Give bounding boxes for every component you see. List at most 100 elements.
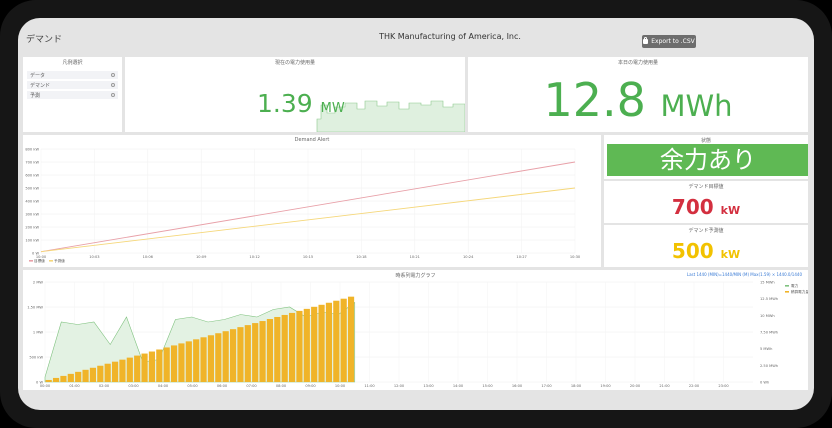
current-power-value-block: 1.39 MW [257,89,345,118]
today-energy-panel: 本日の電力使用量 12.8 MWh [468,57,808,132]
y-left-tick-label: 500 kW [29,356,43,360]
status-indicator: 余力あり [607,144,808,176]
energy-bar [222,331,229,382]
legend-item-label: 予測 [30,92,41,99]
y-tick-label: 100 kW [25,239,39,243]
energy-bar [97,365,104,382]
demand-target-value: 700 [671,195,714,219]
demand-target-title: デマンド目標値 [688,184,724,190]
energy-bar [347,296,355,382]
demand-forecast-panel: デマンド予測値 500 kW [604,225,808,267]
energy-bar [252,323,259,382]
x-tick-label: 12:00 [394,384,405,388]
y-right-tick-label: 10 MWh [760,314,775,318]
x-tick-label: 11:00 [364,384,375,388]
energy-bar [200,337,207,382]
y-tick-label: 800 kW [25,148,39,152]
today-energy-value: 12.8 [543,73,646,127]
timeseries-panel: 時系列電力グラフ Last 1440 (MIN)=1440/MIN (M) Ma… [23,270,808,390]
energy-bar [52,377,60,382]
current-power-unit: MW [320,101,345,116]
x-tick-label: 08:00 [276,384,287,388]
y-tick-label: 600 kW [25,174,39,178]
energy-bar [244,325,251,382]
y-right-tick-label: 2.50 MWh [760,364,778,368]
x-tick-label: 23:00 [718,384,729,388]
legend-swatch [785,291,789,293]
x-tick-label: 21:00 [659,384,670,388]
legend-item-label: デマンド [30,82,51,89]
demand-target-value-block: 700 kW [604,195,808,219]
energy-bar [259,321,266,382]
legend-label: 予測値 [54,258,65,263]
x-tick-label: 05:00 [187,384,198,388]
energy-bar [311,306,318,382]
company-name: THK Manufacturing of America, Inc. [379,32,521,41]
legend-item-label: データ [30,72,46,79]
x-tick-label: 09:00 [305,384,316,388]
x-tick-label: 00:00 [40,384,51,388]
legend-panel-title: 凡例選択 [62,60,83,66]
x-tick-label: 22:00 [689,384,700,388]
dashboard-title[interactable]: デマンド [26,32,62,45]
legend-swatch [785,285,789,287]
x-tick-label: 14:00 [453,384,464,388]
x-tick-label: 10:21 [410,255,420,259]
energy-bar [75,371,82,382]
x-tick-label: 19:00 [600,384,611,388]
status-title: 状態 [700,138,711,144]
timeseries-chart: 0 W500 kW1 MW1.50 MW2 MW0 Wh2.50 MWh5 MW… [27,281,808,389]
legend-label: 目標値 [34,258,45,263]
legend-select-panel: 凡例選択 データ デマンド 予測 [23,57,122,132]
energy-bar [303,308,310,382]
y-left-tick-label: 2 MW [33,281,44,285]
close-icon[interactable] [111,93,115,97]
x-tick-label: 16:00 [512,384,523,388]
energy-bar [215,333,222,382]
x-tick-label: 07:00 [246,384,257,388]
y-right-tick-label: 7.50 MWh [760,331,778,335]
legend-label: 積算電力量 [791,289,808,294]
x-tick-label: 15:00 [482,384,493,388]
energy-bar [193,339,200,382]
x-tick-label: 06:00 [217,384,228,388]
legend-swatch [49,260,53,262]
demand-forecast-title: デマンド予測値 [688,228,724,234]
energy-bar [266,319,274,382]
x-tick-label: 03:00 [128,384,139,388]
legend-item-forecast[interactable]: 予測 [27,91,118,99]
energy-bar [148,351,156,382]
energy-bar [178,343,185,382]
x-tick-label: 10:24 [463,255,474,259]
energy-bar [111,361,119,382]
energy-bar [296,310,303,382]
y-left-tick-label: 1 MW [33,331,44,335]
energy-bar [237,327,244,382]
legend-item-data[interactable]: データ [27,71,118,79]
y-right-tick-label: 12.5 MWh [760,297,778,301]
legend-item-demand[interactable]: デマンド [27,81,118,89]
x-tick-label: 01:00 [69,384,80,388]
x-tick-label: 10:27 [516,255,526,259]
energy-bar [333,300,340,382]
close-icon[interactable] [111,83,115,87]
today-energy-unit: MWh [660,89,733,123]
x-tick-label: 17:00 [541,384,552,388]
y-right-tick-label: 5 MWh [760,347,772,351]
x-tick-label: 10:30 [570,255,581,259]
energy-bar [104,363,111,382]
dashboard-screen: デマンド THK Manufacturing of America, Inc. … [18,18,814,410]
demand-forecast-value-block: 500 kW [604,239,808,263]
close-icon[interactable] [111,73,115,77]
y-right-tick-label: 0 Wh [760,381,769,385]
energy-bar [89,367,97,382]
export-csv-button[interactable]: Export to .CSV [642,35,696,48]
x-tick-label: 10:18 [356,255,367,259]
energy-bar [126,357,133,382]
status-panel: 状態 余力あり [604,135,808,179]
x-tick-label: 10:09 [196,255,207,259]
x-tick-label: 02:00 [99,384,110,388]
demand-alert-chart: 0 W100 kW200 kW300 kW400 kW500 kW600 kW7… [25,148,581,264]
top-bar: デマンド THK Manufacturing of America, Inc. … [18,18,814,56]
today-energy-value-block: 12.8 MWh [468,73,808,127]
